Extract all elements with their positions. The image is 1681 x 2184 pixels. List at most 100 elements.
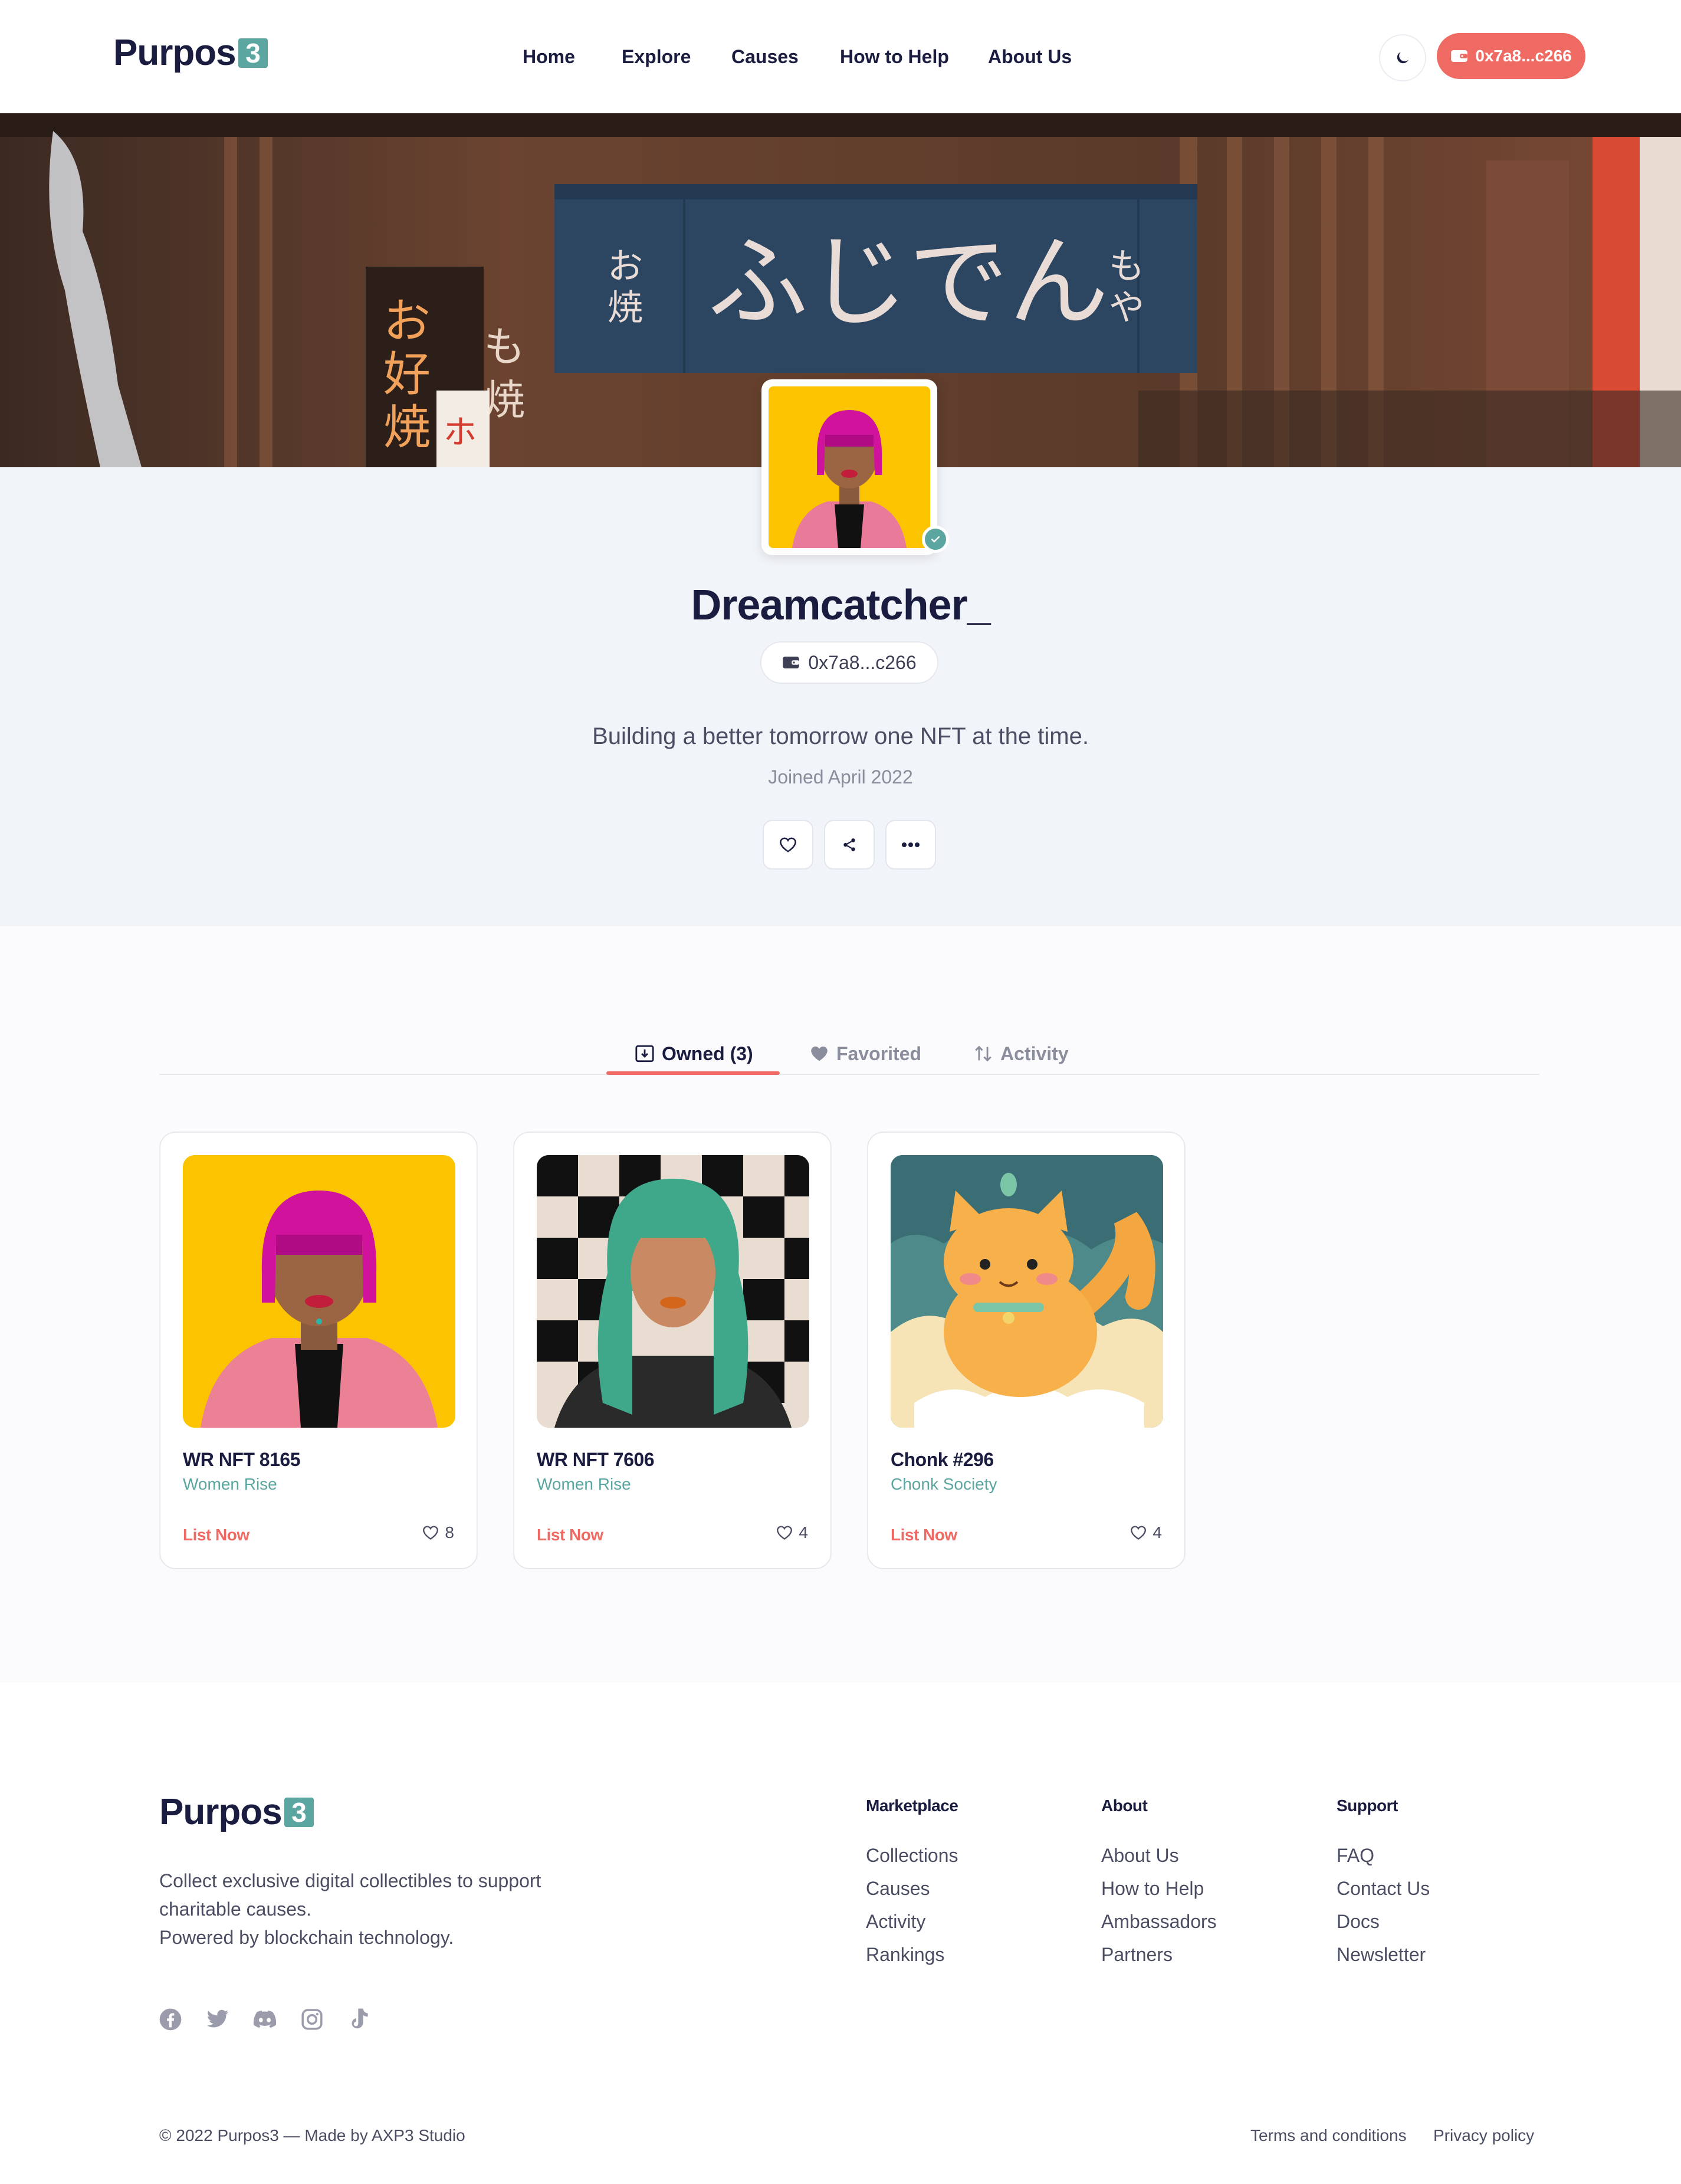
footer-column-title: About <box>1101 1796 1148 1815</box>
logo[interactable]: Purpos 3 <box>113 32 268 74</box>
wallet-icon <box>1451 50 1467 62</box>
terms-link[interactable]: Terms and conditions <box>1250 2126 1407 2145</box>
moon-icon <box>1397 52 1409 64</box>
like-button[interactable]: 4 <box>776 1523 808 1542</box>
check-icon <box>931 536 940 543</box>
instagram-icon[interactable] <box>300 2007 324 2032</box>
footer-link[interactable]: Newsletter <box>1337 1944 1430 1977</box>
heart-icon <box>777 1526 793 1540</box>
nft-image <box>891 1155 1163 1428</box>
svg-text:お: お <box>608 246 643 287</box>
tab-owned-label: Owned (3) <box>662 1042 753 1064</box>
footer-logo[interactable]: Purpos 3 <box>159 1791 314 1833</box>
heart-icon <box>1131 1526 1147 1540</box>
profile-address: 0x7a8...c266 <box>808 651 917 673</box>
footer-desc-line: Collect exclusive digital collectibles t… <box>159 1870 541 1891</box>
svg-text:焼: 焼 <box>484 376 525 424</box>
heart-icon <box>780 837 796 852</box>
nft-collection[interactable]: Women Rise <box>537 1475 631 1494</box>
discord-icon[interactable] <box>252 2007 277 2032</box>
nav-causes[interactable]: Causes <box>731 46 799 68</box>
footer-logo-accent: 3 <box>284 1797 314 1827</box>
site-header: Purpos 3 Home Explore Causes How to Help … <box>0 0 1681 113</box>
like-button[interactable]: 4 <box>1130 1523 1162 1542</box>
profile-avatar <box>761 379 937 555</box>
footer-link[interactable]: About Us <box>1101 1845 1217 1878</box>
list-now-button[interactable]: List Now <box>891 1526 957 1544</box>
nft-card[interactable]: WR NFT 7606 Women Rise List Now 4 <box>513 1132 832 1569</box>
footer-logo-text: Purpos <box>159 1792 283 1832</box>
twitter-icon[interactable] <box>205 2007 230 2032</box>
nft-card[interactable]: WR NFT 8165 Women Rise List Now 8 <box>159 1132 478 1569</box>
tab-activity[interactable]: Activity <box>973 1032 1069 1075</box>
address-pill[interactable]: 0x7a8...c266 <box>760 641 938 684</box>
footer-link[interactable]: Docs <box>1337 1911 1430 1944</box>
facebook-icon[interactable] <box>158 2007 183 2032</box>
nav-how-to-help[interactable]: How to Help <box>840 46 949 68</box>
nft-name: WR NFT 7606 <box>537 1449 654 1470</box>
tab-owned[interactable]: Owned (3) <box>635 1032 753 1075</box>
more-icon <box>902 842 920 847</box>
share-button[interactable] <box>824 820 875 870</box>
privacy-link[interactable]: Privacy policy <box>1433 2126 1534 2145</box>
footer-desc-line: Powered by blockchain technology. <box>159 1927 454 1948</box>
footer-link[interactable]: How to Help <box>1101 1878 1217 1911</box>
nav-about-us[interactable]: About Us <box>988 46 1072 68</box>
svg-text:も: も <box>484 323 525 371</box>
footer-link[interactable]: Activity <box>866 1911 958 1944</box>
svg-text:焼: 焼 <box>608 287 643 329</box>
nav-explore[interactable]: Explore <box>622 46 691 68</box>
active-tab-indicator <box>606 1071 780 1075</box>
nft-image <box>537 1155 809 1428</box>
more-options-button[interactable] <box>885 820 936 870</box>
like-button[interactable]: 8 <box>422 1523 454 1542</box>
footer-column-title: Support <box>1337 1796 1398 1815</box>
footer-description: Collect exclusive digital collectibles t… <box>159 1867 608 1952</box>
verified-badge <box>922 526 949 553</box>
heart-icon <box>811 1046 828 1061</box>
footer-link[interactable]: Rankings <box>866 1944 958 1977</box>
avatar-image <box>769 386 930 548</box>
footer-link[interactable]: Causes <box>866 1878 958 1911</box>
profile-username: Dreamcatcher_ <box>691 582 990 629</box>
nft-image <box>183 1155 455 1428</box>
tab-favorited[interactable]: Favorited <box>809 1032 921 1075</box>
sort-arrows-icon <box>975 1045 991 1062</box>
theme-toggle-button[interactable] <box>1379 34 1426 81</box>
wallet-button[interactable]: 0x7a8...c266 <box>1437 33 1585 79</box>
footer-link[interactable]: Partners <box>1101 1944 1217 1977</box>
share-icon <box>843 838 855 851</box>
download-box-icon <box>635 1045 654 1063</box>
nft-name: Chonk #296 <box>891 1449 994 1470</box>
wallet-icon <box>783 657 800 668</box>
footer-link[interactable]: Collections <box>866 1845 958 1878</box>
footer-link[interactable]: Ambassadors <box>1101 1911 1217 1944</box>
like-count: 4 <box>799 1523 808 1542</box>
like-count: 8 <box>445 1523 454 1542</box>
footer-column-about: About About Us How to Help Ambassadors P… <box>1101 1796 1217 1977</box>
nft-collection[interactable]: Chonk Society <box>891 1475 997 1494</box>
footer-link[interactable]: Contact Us <box>1337 1878 1430 1911</box>
profile-joined: Joined April 2022 <box>768 766 913 788</box>
copyright: © 2022 Purpos3 — Made by AXP3 Studio <box>159 2126 465 2144</box>
nft-name: WR NFT 8165 <box>183 1449 300 1470</box>
list-now-button[interactable]: List Now <box>183 1526 249 1544</box>
nft-collection[interactable]: Women Rise <box>183 1475 277 1494</box>
svg-text:焼: 焼 <box>383 400 431 455</box>
like-count: 4 <box>1153 1523 1162 1542</box>
svg-text:も: も <box>1109 246 1144 287</box>
tab-activity-label: Activity <box>1000 1042 1069 1064</box>
footer-desc-line: charitable causes. <box>159 1898 311 1920</box>
list-now-button[interactable]: List Now <box>537 1526 603 1544</box>
nft-card[interactable]: Chonk #296 Chonk Society List Now 4 <box>867 1132 1186 1569</box>
svg-text:ホ: ホ <box>444 414 477 452</box>
tiktok-icon[interactable] <box>347 2007 372 2032</box>
svg-text:好: 好 <box>383 347 431 402</box>
heart-icon <box>423 1526 439 1540</box>
footer-column-support: Support FAQ Contact Us Docs Newsletter <box>1337 1796 1430 1977</box>
profile-bio: Building a better tomorrow one NFT at th… <box>592 723 1089 749</box>
nav-home[interactable]: Home <box>523 46 575 68</box>
favorite-profile-button[interactable] <box>763 820 813 870</box>
footer-link[interactable]: FAQ <box>1337 1845 1430 1878</box>
wallet-address: 0x7a8...c266 <box>1475 47 1572 65</box>
